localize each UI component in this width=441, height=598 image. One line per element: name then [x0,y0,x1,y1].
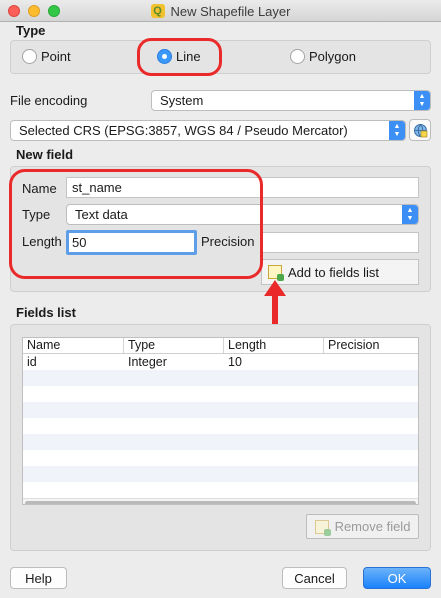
cell-precision [324,354,418,370]
fields-list-label: Fields list [16,305,76,320]
file-encoding-label: File encoding [10,93,88,108]
type-group-label: Type [16,23,46,38]
empty-row [23,434,418,450]
table-row[interactable]: id Integer 10 [23,354,418,370]
column-header-precision[interactable]: Precision [324,338,418,353]
radio-polygon-label: Polygon [309,49,356,64]
remove-field-icon [314,519,331,536]
radio-polygon-indicator[interactable] [290,49,305,64]
cancel-label: Cancel [294,570,335,586]
empty-row [23,370,418,386]
window-title-area: Q New Shapefile Layer [0,0,441,22]
scrollbar-thumb[interactable] [25,501,416,504]
remove-field-button[interactable]: Remove field [306,514,419,539]
radio-point-indicator[interactable] [22,49,37,64]
radio-point-label: Point [41,49,71,64]
new-field-highlight-annotation [9,169,263,279]
remove-field-label: Remove field [334,519,411,534]
column-header-name[interactable]: Name [23,338,124,353]
chevron-updown-icon: ▲ ▼ [402,205,418,224]
cancel-button[interactable]: Cancel [282,567,347,589]
chevron-updown-icon: ▲ ▼ [389,121,405,140]
radio-point[interactable]: Point [22,49,71,64]
new-field-label: New field [16,147,74,162]
field-precision-input[interactable] [262,232,419,253]
add-field-icon [268,265,284,281]
file-encoding-value: System [160,93,204,108]
radio-polygon[interactable]: Polygon [290,49,356,64]
qgis-logo-icon: Q [150,4,165,18]
cell-type: Integer [128,355,167,369]
help-label: Help [25,570,52,586]
crs-value: Selected CRS (EPSG:3857, WGS 84 / Pseudo… [19,123,348,138]
crs-selector-button[interactable] [409,119,431,141]
add-to-fields-list-label: Add to fields list [288,264,380,280]
cell-name: id [27,355,37,369]
line-highlight-annotation [137,38,222,76]
empty-row [23,418,418,434]
cell-length: 10 [228,355,242,369]
chevron-updown-icon: ▲ ▼ [414,91,430,110]
fields-table[interactable]: Name Type Length Precision id Integer 10 [22,337,419,505]
horizontal-scrollbar[interactable] [23,498,418,504]
column-header-type[interactable]: Type [124,338,224,353]
empty-row [23,482,418,498]
empty-row [23,402,418,418]
window-title: New Shapefile Layer [170,3,291,19]
help-button[interactable]: Help [10,567,67,589]
crs-select[interactable]: Selected CRS (EPSG:3857, WGS 84 / Pseudo… [10,120,406,141]
globe-icon [413,123,427,137]
empty-row [23,386,418,402]
empty-row [23,450,418,466]
empty-row [23,466,418,482]
ok-label: OK [387,570,407,586]
column-header-length[interactable]: Length [224,338,324,353]
table-header: Name Type Length Precision [23,338,418,354]
ok-button[interactable]: OK [363,567,431,589]
file-encoding-select[interactable]: System ▲ ▼ [151,90,431,111]
